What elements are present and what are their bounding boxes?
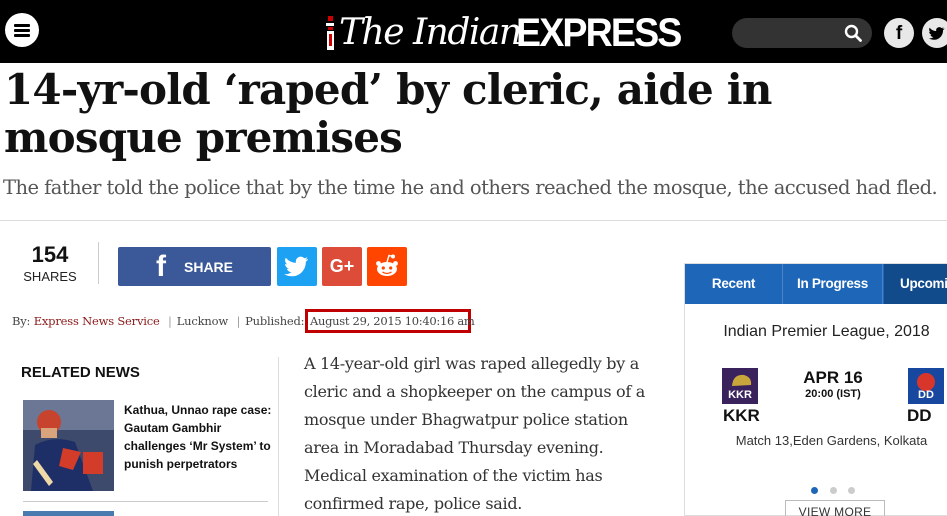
logo-suffix: EXPRESS [516,11,682,55]
search-icon[interactable] [844,24,862,42]
scores-widget: Recent In Progress Upcoming Indian Premi… [684,263,947,516]
byline-separator: | [236,314,241,328]
scores-tabs: Recent In Progress Upcoming [685,264,947,304]
byline-location: Lucknow [176,314,228,328]
search-input[interactable] [732,18,872,48]
facebook-share-button[interactable]: f SHARE [118,247,271,286]
article-headline: 14-yr-old ‘raped’ by cleric, aide in mos… [4,65,772,162]
article-subheadline: The father told the police that by the t… [3,176,938,199]
match-venue: Match 13,Eden Gardens, Kolkata [735,433,928,448]
divider [0,220,947,221]
cricketer-image [23,400,114,491]
carousel-dot[interactable] [830,487,837,494]
carousel-dots [811,487,861,495]
facebook-share-label: SHARE [184,259,234,275]
article-body: A 14-year-old girl was raped allegedly b… [304,354,646,513]
reddit-share-button[interactable] [367,247,407,286]
carousel-dot[interactable] [848,487,855,494]
logo-prefix: The Indian [339,12,522,53]
view-more-button[interactable]: VIEW MORE [785,500,885,516]
logo-mark-icon [326,16,334,50]
published-label: Published: [245,314,305,328]
share-count: 154 SHARES [18,242,82,285]
divider [278,357,279,516]
team-logo-text: DD [918,389,934,401]
twitter-icon [284,256,309,277]
team-logo-text: KKR [728,389,752,401]
related-news-title: RELATED NEWS [21,364,140,381]
related-news-link[interactable]: Kathua, Unnao rape case: Gautam Gambhir … [124,401,274,473]
divider [23,501,268,502]
share-count-number: 154 [31,242,69,267]
byline: By: Express News Service | Lucknow | Publi… [12,313,305,329]
site-header: The Indian EXPRESS f [0,0,947,63]
match-time: 20:00 (IST) [805,388,861,400]
facebook-icon: f [156,250,166,283]
author-link[interactable]: Express News Service [34,314,160,328]
facebook-icon[interactable]: f [884,18,914,48]
related-news-thumbnail[interactable] [23,400,114,491]
reddit-icon [376,254,398,276]
match-date: APR 16 [803,368,863,387]
team2-name: DD [907,406,932,425]
league-title: Indian Premier League, 2018 [723,323,930,340]
published-date-highlight: August 29, 2015 10:40:16 am [305,309,475,333]
twitter-share-button[interactable] [277,247,317,286]
tab-recent[interactable]: Recent [685,264,783,304]
divider [98,242,99,284]
share-count-label: SHARES [23,269,77,284]
facebook-glyph: f [895,23,903,44]
hamburger-icon[interactable] [5,13,39,47]
byline-separator: | [168,314,172,328]
carousel-dot[interactable] [811,487,818,494]
twitter-bird-icon [929,27,945,40]
googleplus-share-button[interactable]: G+ [322,247,362,286]
related-news-thumbnail[interactable] [23,511,114,516]
team-logo-kkr: KKR [722,368,758,404]
team1-name: KKR [723,406,760,425]
twitter-icon[interactable] [922,18,947,48]
published-date: August 29, 2015 10:40:16 am [310,314,475,328]
byline-prefix: By: [12,314,31,328]
team-logo-dd: DD [908,368,944,404]
tab-in-progress[interactable]: In Progress [783,264,883,304]
tab-upcoming[interactable]: Upcoming [884,264,947,304]
